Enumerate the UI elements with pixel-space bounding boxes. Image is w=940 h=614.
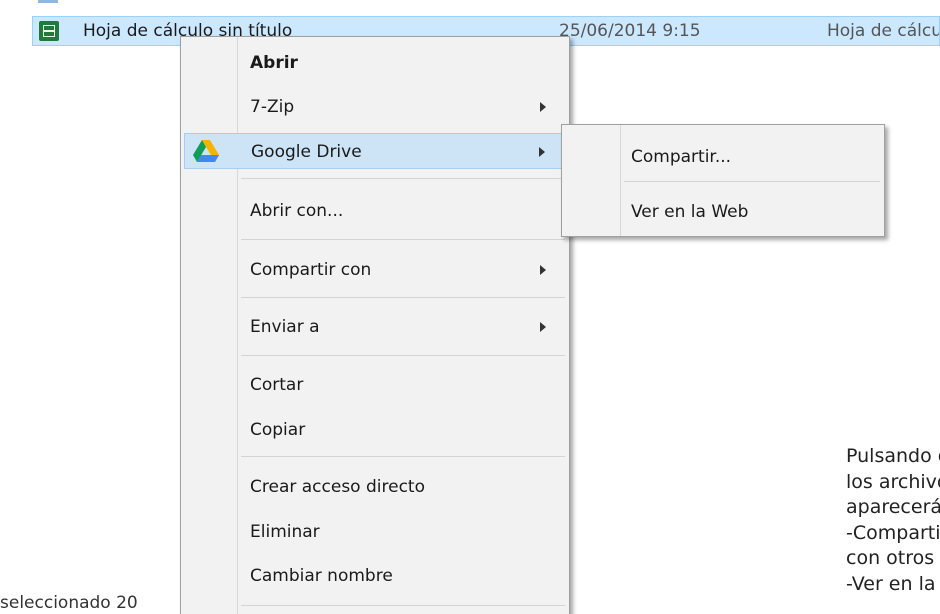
menu-item-label: Compartir... xyxy=(631,147,732,167)
menu-item-label: Google Drive xyxy=(251,142,362,162)
status-bar-text: seleccionado 20 xyxy=(0,593,138,613)
menu-item-label: Abrir xyxy=(250,53,298,73)
google-drive-icon xyxy=(193,140,219,162)
menu-item-cortar[interactable]: Cortar xyxy=(184,367,566,403)
menu-separator xyxy=(241,239,565,240)
submenu-item-compartir[interactable]: Compartir... xyxy=(565,137,881,177)
menu-item-label: Crear acceso directo xyxy=(250,477,425,497)
menu-separator xyxy=(241,355,565,356)
menu-item-label: 7-Zip xyxy=(250,97,295,117)
menu-item-label: Cortar xyxy=(250,375,304,395)
menu-item-7zip[interactable]: 7-Zip xyxy=(184,89,566,125)
menu-item-copiar[interactable]: Copiar xyxy=(184,412,566,448)
explanation-line: Pulsando con el botón de xyxy=(846,445,940,467)
menu-item-compartir-con[interactable]: Compartir con xyxy=(184,252,566,288)
explanation-text: Pulsando con el botón de los archivos de… xyxy=(846,444,940,614)
context-menu: Abrir 7-Zip Google Drive Abrir con... Co… xyxy=(180,36,570,614)
file-type: Hoja de cálculo de Google xyxy=(827,21,939,41)
menu-item-label: Abrir con... xyxy=(250,201,344,221)
menu-item-abrir-con[interactable]: Abrir con... xyxy=(184,193,566,229)
submenu-arrow-icon xyxy=(540,102,546,112)
google-drive-submenu: Compartir... Ver en la Web xyxy=(561,124,885,237)
file-date: 25/06/2014 9:15 xyxy=(559,21,701,41)
explanation-line: aparecerán dos nuevas o xyxy=(846,496,940,518)
submenu-arrow-icon xyxy=(540,322,546,332)
submenu-item-ver-en-la-web[interactable]: Ver en la Web xyxy=(565,192,881,232)
menu-item-cambiar-nombre[interactable]: Cambiar nombre xyxy=(184,558,566,594)
menu-item-label: Eliminar xyxy=(250,522,320,542)
menu-item-enviar-a[interactable]: Enviar a xyxy=(184,309,566,345)
menu-item-abrir[interactable]: Abrir xyxy=(184,45,566,81)
menu-separator xyxy=(241,605,565,606)
header-fragment xyxy=(38,0,58,3)
submenu-arrow-icon xyxy=(539,147,545,157)
explanation-line: -Compartir: para compar xyxy=(846,521,940,544)
menu-item-label: Ver en la Web xyxy=(631,202,749,222)
menu-item-google-drive[interactable]: Google Drive xyxy=(184,133,566,169)
menu-separator xyxy=(624,181,880,182)
menu-separator xyxy=(241,297,565,298)
menu-item-label: Cambiar nombre xyxy=(250,566,393,586)
menu-separator xyxy=(241,456,565,457)
submenu-arrow-icon xyxy=(540,265,546,275)
explanation-line: los archivos de la carpeta xyxy=(846,470,940,493)
menu-separator xyxy=(241,178,565,179)
menu-item-label: Compartir con xyxy=(250,260,372,280)
menu-item-crear-acceso-directo[interactable]: Crear acceso directo xyxy=(184,469,566,505)
spreadsheet-icon xyxy=(39,21,59,41)
menu-item-label: Copiar xyxy=(250,420,306,440)
explanation-line: -Ver en la web: para acc xyxy=(846,572,940,595)
explanation-line: con otros usuarios. xyxy=(846,547,940,569)
menu-item-eliminar[interactable]: Eliminar xyxy=(184,514,566,550)
menu-item-label: Enviar a xyxy=(250,317,320,337)
